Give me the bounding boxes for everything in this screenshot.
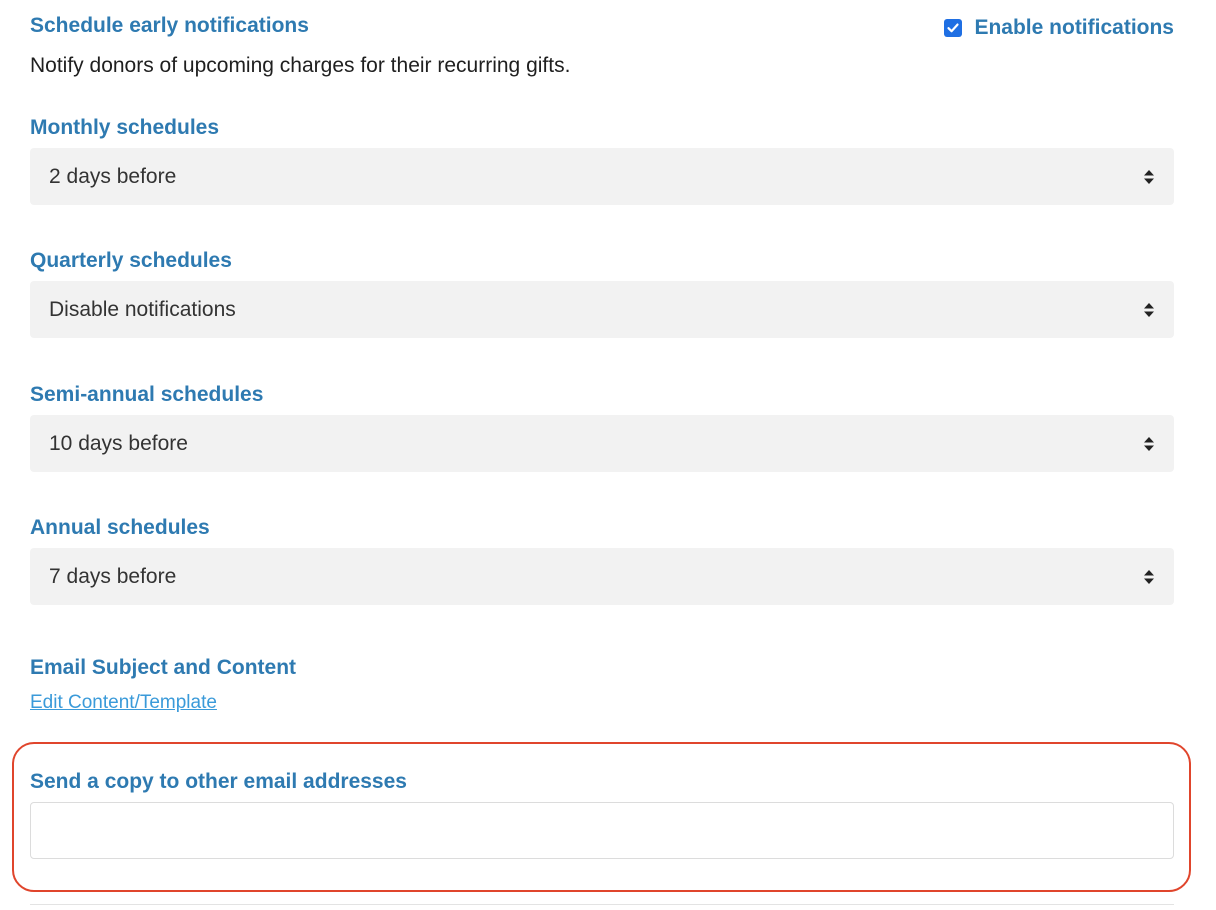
select-arrows-icon: [1144, 169, 1154, 184]
annual-schedules-label: Annual schedules: [30, 516, 210, 539]
notification-settings-page: Schedule early notifications Enable noti…: [0, 0, 1216, 910]
monthly-schedules-select[interactable]: 2 days before: [30, 148, 1174, 205]
quarterly-schedules-label: Quarterly schedules: [30, 249, 232, 272]
monthly-schedules-label: Monthly schedules: [30, 116, 220, 139]
section-title: Schedule early notifications: [30, 14, 309, 37]
section-description: Notify donors of upcoming charges for th…: [30, 54, 571, 77]
annual-schedules-select[interactable]: 7 days before: [30, 548, 1174, 605]
quarterly-schedules-select[interactable]: Disable notifications: [30, 281, 1174, 338]
select-arrows-icon: [1144, 436, 1154, 451]
enable-notifications-checkbox[interactable]: [944, 19, 963, 37]
edit-content-template-link[interactable]: Edit Content/Template: [30, 691, 217, 715]
semi-annual-schedules-label: Semi-annual schedules: [30, 383, 264, 406]
enable-notifications-label: Enable notifications: [974, 16, 1174, 39]
semi-annual-selected-value: 10 days before: [49, 431, 188, 455]
annual-selected-value: 7 days before: [49, 564, 177, 588]
email-content-title: Email Subject and Content: [30, 656, 297, 679]
copy-emails-label: Send a copy to other email addresses: [30, 770, 407, 793]
enable-notifications-toggle[interactable]: Enable notifications: [944, 15, 1174, 41]
divider: [30, 904, 1174, 905]
monthly-selected-value: 2 days before: [49, 164, 177, 188]
copy-emails-input[interactable]: [30, 802, 1174, 859]
quarterly-selected-value: Disable notifications: [49, 297, 236, 321]
select-arrows-icon: [1144, 569, 1154, 584]
semi-annual-schedules-select[interactable]: 10 days before: [30, 415, 1174, 472]
select-arrows-icon: [1144, 302, 1154, 317]
checkmark-icon: [947, 23, 960, 33]
